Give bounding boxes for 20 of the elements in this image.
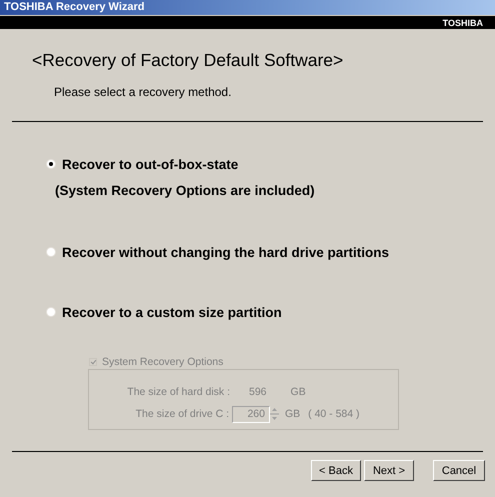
brand-text: TOSHIBA: [442, 18, 483, 28]
option-label[interactable]: Recover to out-of-box-state: [62, 156, 238, 172]
field-label: The size of hard disk :: [126, 386, 230, 398]
option-label[interactable]: Recover to a custom size partition: [62, 304, 282, 320]
disk-size-value: 596: [249, 386, 267, 398]
window-title: TOSHIBA Recovery Wizard: [0, 0, 495, 16]
option-note: (System Recovery Options are included): [55, 183, 315, 198]
back-button[interactable]: < Back: [311, 460, 361, 481]
instruction-text: Please select a recovery method.: [54, 85, 232, 99]
unit-label: GB: [285, 408, 300, 420]
range-text: ( 40 - 584 ): [308, 408, 360, 420]
unit-label: GB: [290, 386, 306, 398]
page-heading: <Recovery of Factory Default Software>: [32, 50, 344, 71]
option-label[interactable]: Recover without changing the hard drive partitions: [62, 244, 390, 260]
radio-button[interactable]: [46, 159, 56, 169]
field-label: The size of drive C :: [134, 408, 229, 420]
next-button[interactable]: Next >: [364, 460, 414, 481]
cancel-button[interactable]: Cancel: [433, 460, 485, 481]
radio-button[interactable]: [46, 247, 56, 257]
radio-button[interactable]: [46, 307, 56, 317]
